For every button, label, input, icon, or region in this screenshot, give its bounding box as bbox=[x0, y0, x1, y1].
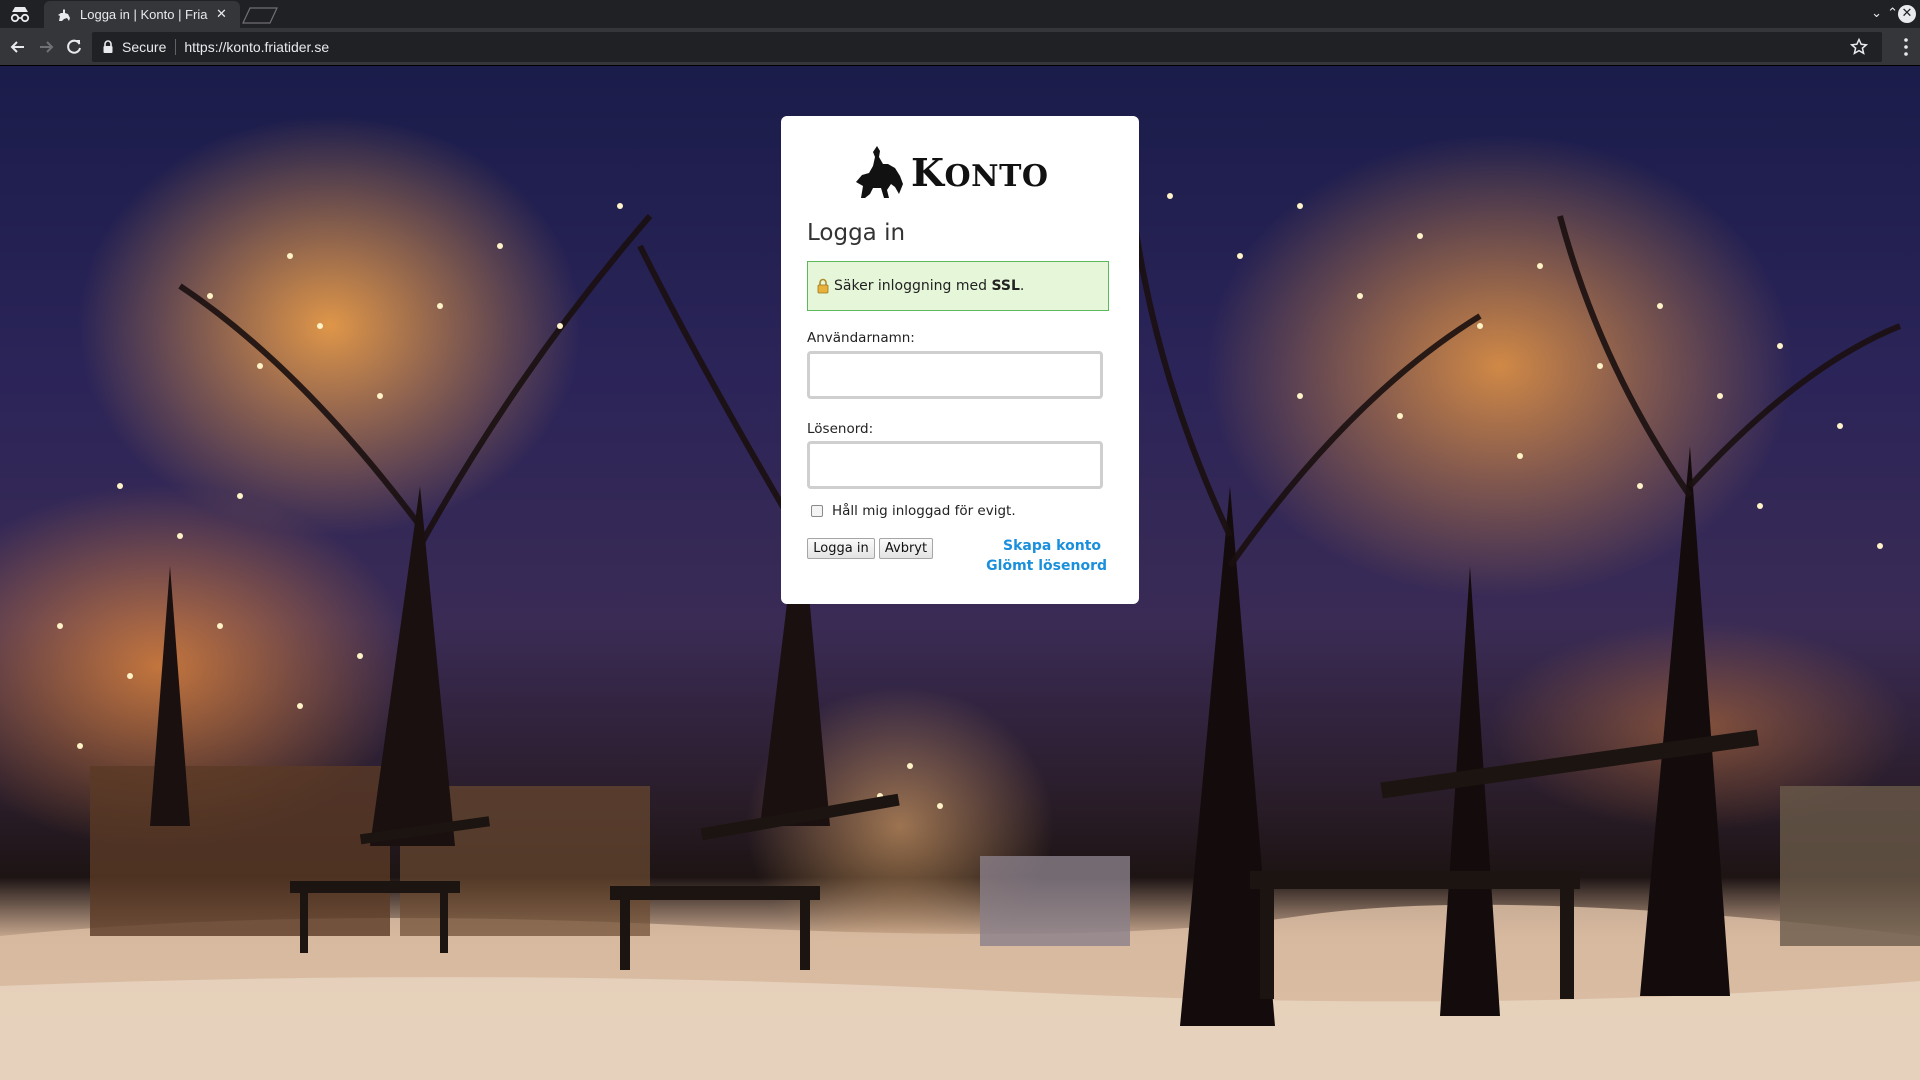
password-input[interactable] bbox=[807, 441, 1103, 489]
ssl-notice-text: Säker inloggning med SSL. bbox=[834, 278, 1025, 294]
forgot-password-link[interactable]: Glömt lösenord bbox=[986, 558, 1107, 574]
konto-logo: KONTO bbox=[853, 144, 1053, 200]
close-icon[interactable]: ✕ bbox=[216, 7, 227, 22]
padlock-icon bbox=[817, 278, 829, 294]
remember-me-label[interactable]: Håll mig inloggad för evigt. bbox=[832, 503, 1016, 519]
horse-rider-favicon bbox=[58, 8, 70, 21]
forward-arrow-icon[interactable] bbox=[36, 37, 56, 57]
browser-tab[interactable]: Logga in | Konto | Fria ✕ bbox=[44, 1, 240, 28]
reload-icon[interactable] bbox=[64, 37, 84, 57]
login-button[interactable]: Logga in bbox=[807, 538, 875, 559]
cancel-button[interactable]: Avbryt bbox=[879, 538, 933, 559]
new-tab-button[interactable] bbox=[242, 7, 278, 24]
remember-me-row: Håll mig inloggad för evigt. bbox=[811, 503, 1016, 519]
browser-toolbar: Secure https://konto.friatider.se bbox=[0, 28, 1920, 66]
back-arrow-icon[interactable] bbox=[8, 37, 28, 57]
address-bar[interactable]: Secure https://konto.friatider.se bbox=[92, 32, 1882, 62]
url-text[interactable]: https://konto.friatider.se bbox=[184, 39, 329, 55]
tab-title: Logga in | Konto | Fria bbox=[80, 7, 208, 22]
secure-label: Secure bbox=[122, 39, 167, 55]
star-icon[interactable] bbox=[1850, 38, 1868, 56]
horse-rider-logo-icon bbox=[856, 146, 903, 198]
page-background: KONTO Logga in Säker inloggning med SSL.… bbox=[0, 66, 1920, 1080]
logo-text: KONTO bbox=[911, 149, 1049, 195]
window-close-icon[interactable]: ✕ bbox=[1898, 5, 1916, 23]
login-card: KONTO Logga in Säker inloggning med SSL.… bbox=[781, 116, 1139, 604]
ssl-notice: Säker inloggning med SSL. bbox=[807, 261, 1109, 311]
address-bar-divider bbox=[175, 39, 177, 55]
lock-icon bbox=[103, 40, 113, 53]
password-label: Lösenord: bbox=[807, 421, 874, 437]
chevron-up-icon[interactable]: ⌃ bbox=[1887, 6, 1898, 22]
remember-me-checkbox[interactable] bbox=[811, 505, 823, 517]
page-title: Logga in bbox=[807, 220, 906, 246]
incognito-icon bbox=[10, 7, 30, 23]
username-label: Användarnamn: bbox=[807, 330, 915, 346]
browser-tab-bar: Logga in | Konto | Fria ✕ ⌄ ⌃ ✕ bbox=[0, 0, 1920, 28]
create-account-link[interactable]: Skapa konto bbox=[1003, 538, 1101, 554]
username-input[interactable] bbox=[807, 351, 1103, 399]
chevron-down-icon[interactable]: ⌄ bbox=[1871, 6, 1882, 22]
kebab-menu-icon[interactable] bbox=[1904, 38, 1908, 56]
